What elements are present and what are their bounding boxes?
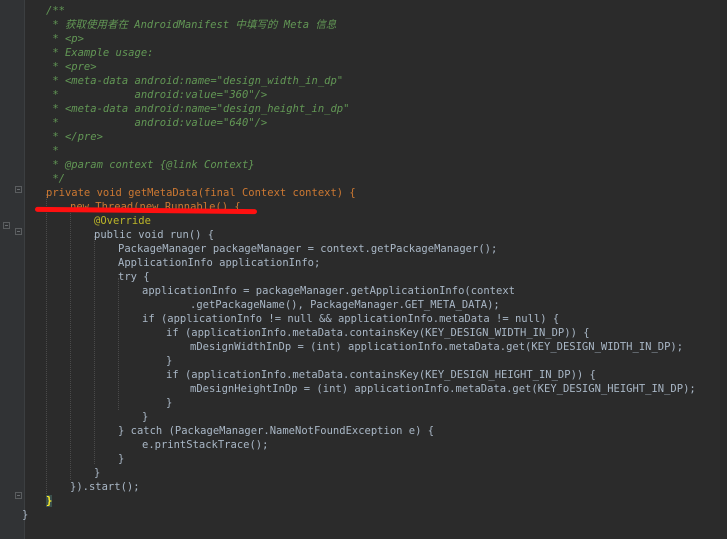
code-line[interactable]: try { (118, 270, 150, 284)
code-line[interactable]: } (94, 466, 100, 480)
code-line[interactable]: } (166, 354, 172, 368)
editor-gutter (0, 0, 25, 539)
code-line[interactable]: e.printStackTrace(); (142, 438, 268, 452)
fold-icon[interactable] (15, 492, 22, 499)
code-line[interactable]: if (applicationInfo != null && applicati… (142, 312, 559, 326)
code-line-method-signature[interactable]: private void getMetaData(final Context c… (46, 186, 356, 200)
code-line[interactable]: } catch (PackageManager.NameNotFoundExce… (118, 424, 434, 438)
code-line[interactable]: public void run() { (94, 228, 214, 242)
code-line[interactable]: */ (46, 172, 65, 186)
code-line[interactable]: * @param context {@link Context} (46, 158, 254, 172)
code-line[interactable]: * (46, 144, 58, 158)
code-line[interactable]: * <meta-data android:name="design_width_… (46, 74, 343, 88)
code-line-override[interactable]: @Override (94, 214, 151, 228)
code-line[interactable]: * 获取使用者在 AndroidManifest 中填写的 Meta 信息 (46, 18, 336, 32)
indent-guide (94, 236, 95, 464)
code-line[interactable]: } (118, 452, 124, 466)
code-line[interactable]: if (applicationInfo.metaData.containsKey… (166, 368, 596, 382)
code-line[interactable]: }).start(); (70, 480, 140, 494)
code-line[interactable]: * </pre> (46, 130, 103, 144)
code-line[interactable]: mDesignHeightInDp = (int) applicationInf… (190, 382, 696, 396)
code-line[interactable]: * android:value="640"/> (46, 116, 267, 130)
code-line-matching-brace[interactable]: } (46, 494, 53, 508)
code-line[interactable]: PackageManager packageManager = context.… (118, 242, 497, 256)
code-line[interactable]: } (166, 396, 172, 410)
code-editor[interactable]: /** * 获取使用者在 AndroidManifest 中填写的 Meta 信… (0, 0, 727, 539)
code-line[interactable]: applicationInfo = packageManager.getAppl… (142, 284, 515, 298)
code-line[interactable]: ApplicationInfo applicationInfo; (118, 256, 320, 270)
fold-icon[interactable] (15, 228, 22, 235)
code-line[interactable]: mDesignWidthInDp = (int) applicationInfo… (190, 340, 683, 354)
code-line[interactable]: * <pre> (46, 60, 96, 74)
indent-guide (46, 194, 47, 494)
fold-icon[interactable] (15, 186, 22, 193)
code-line[interactable]: } (22, 508, 28, 522)
code-line[interactable]: * Example usage: (46, 46, 153, 60)
indent-guide (70, 208, 71, 480)
code-line[interactable]: * <meta-data android:name="design_height… (46, 102, 349, 116)
indent-guide (118, 278, 119, 410)
fold-icon[interactable] (3, 222, 10, 229)
code-line[interactable]: } (142, 410, 148, 424)
code-line[interactable]: /** (46, 4, 65, 18)
code-line[interactable]: if (applicationInfo.metaData.containsKey… (166, 326, 590, 340)
code-line[interactable]: * android:value="360"/> (46, 88, 267, 102)
code-line[interactable]: .getPackageName(), PackageManager.GET_ME… (190, 298, 500, 312)
code-line[interactable]: * <p> (46, 32, 84, 46)
